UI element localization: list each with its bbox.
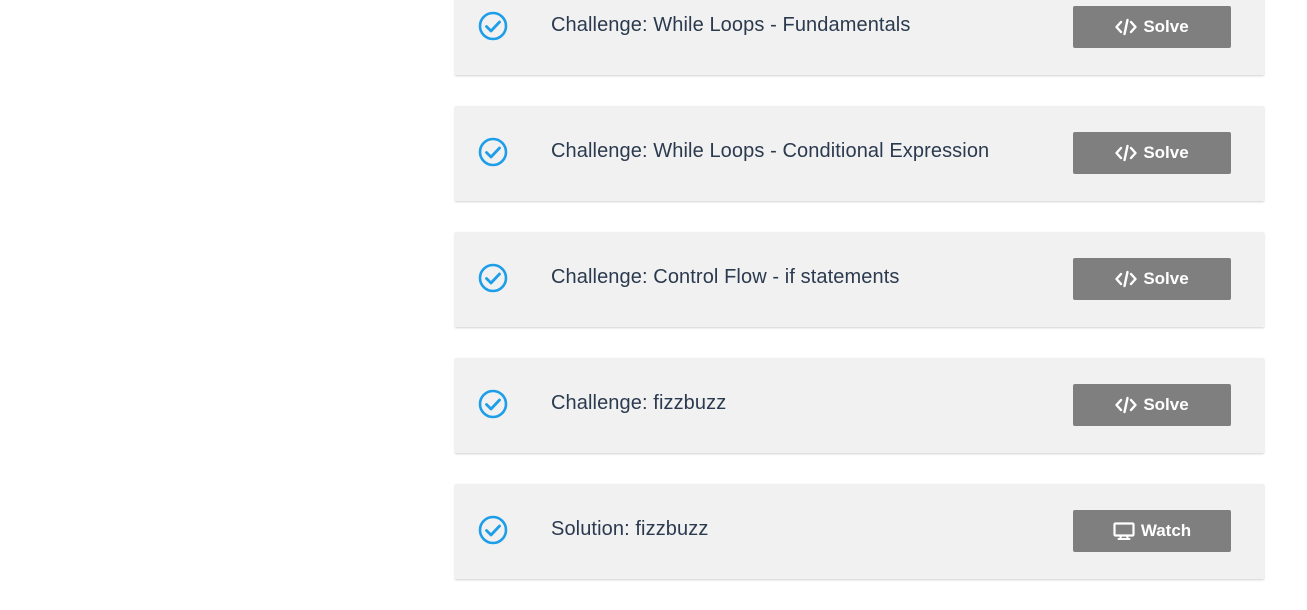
watch-button-label: Watch (1140, 521, 1192, 540)
lesson-title[interactable]: Challenge: While Loops - Fundamentals (551, 14, 910, 37)
lesson-title[interactable]: Challenge: While Loops - Conditional Exp… (551, 140, 989, 163)
solve-button-label: Solve (1143, 269, 1189, 288)
solve-button-label: Solve (1143, 395, 1189, 414)
code-icon (1115, 270, 1138, 288)
lesson-item[interactable]: Challenge: While Loops - Fundamentals So… (455, 0, 1264, 75)
solve-button[interactable]: Solve (1073, 258, 1231, 300)
solve-button[interactable]: Solve (1073, 384, 1231, 426)
solve-button[interactable]: Solve (1073, 6, 1231, 48)
code-icon (1115, 18, 1138, 36)
course-lesson-list: Challenge: While Loops - Fundamentals So… (455, 0, 1264, 610)
solve-button-label: Solve (1143, 143, 1189, 162)
lesson-title[interactable]: Challenge: Control Flow - if statements (551, 266, 900, 289)
code-icon (1115, 396, 1138, 414)
lesson-title[interactable]: Solution: fizzbuzz (551, 518, 708, 541)
solve-button-label: Solve (1143, 17, 1189, 36)
lesson-title[interactable]: Challenge: fizzbuzz (551, 392, 726, 415)
monitor-icon (1113, 522, 1135, 540)
code-icon (1115, 144, 1138, 162)
lesson-item[interactable]: Challenge: While Loops - Conditional Exp… (455, 106, 1264, 201)
lesson-item[interactable]: Challenge: fizzbuzz Solve (455, 358, 1264, 453)
solve-button[interactable]: Solve (1073, 132, 1231, 174)
watch-button[interactable]: Watch (1073, 510, 1231, 552)
lesson-item[interactable]: Challenge: Control Flow - if statements … (455, 232, 1264, 327)
lesson-item[interactable]: Solution: fizzbuzz Watch (455, 484, 1264, 579)
